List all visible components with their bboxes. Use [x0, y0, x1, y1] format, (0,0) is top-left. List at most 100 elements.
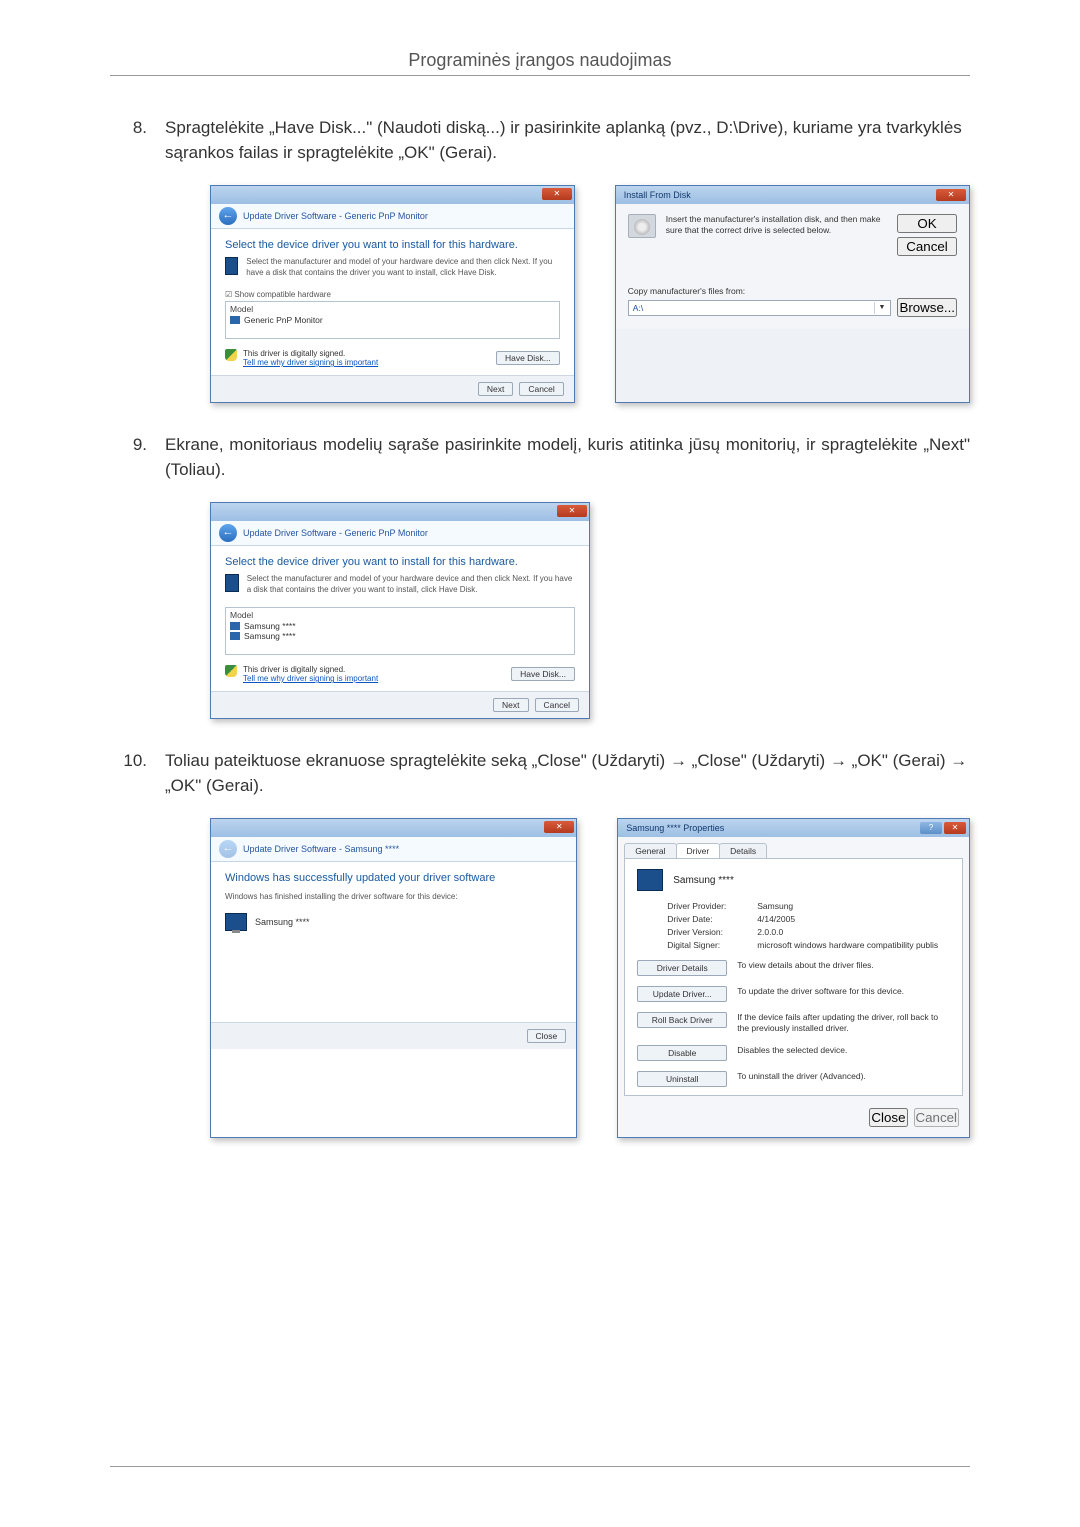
step-8-text: Spragtelėkite „Have Disk..." (Naudoti di… [165, 116, 970, 165]
close-button[interactable]: Close [869, 1108, 907, 1127]
driver-details-button[interactable]: Driver Details [637, 960, 727, 976]
chevron-down-icon[interactable]: ▼ [874, 302, 888, 314]
model-listbox[interactable]: Model Samsung **** Samsung **** [225, 607, 575, 655]
disable-button[interactable]: Disable [637, 1045, 727, 1061]
copy-from-label: Copy manufacturer's files from: [628, 286, 957, 296]
have-disk-button[interactable]: Have Disk... [511, 667, 575, 681]
step-10-text: Toliau pateiktuose ekranuose spragtelėki… [165, 749, 970, 798]
list-item[interactable]: Generic PnP Monitor [230, 315, 555, 325]
roll-back-driver-desc: If the device fails after updating the d… [737, 1012, 950, 1034]
have-disk-button[interactable]: Have Disk... [496, 351, 560, 365]
kv-label: Digital Signer: [667, 940, 757, 950]
list-item[interactable]: Samsung **** [230, 621, 570, 631]
uninstall-desc: To uninstall the driver (Advanced). [737, 1071, 866, 1082]
signing-link[interactable]: Tell me why driver signing is important [243, 674, 378, 683]
copy-from-combo[interactable]: A:\ ▼ [628, 300, 892, 316]
update-driver-wizard-step8: ✕ ← Update Driver Software - Generic PnP… [210, 185, 575, 403]
wizard-heading: Select the device driver you want to ins… [225, 239, 560, 251]
step-10: 10. Toliau pateiktuose ekranuose spragte… [110, 749, 970, 798]
update-driver-desc: To update the driver software for this d… [737, 986, 904, 997]
tab-driver[interactable]: Driver [676, 843, 721, 858]
close-icon[interactable]: ✕ [544, 821, 574, 833]
cancel-button[interactable]: Cancel [535, 698, 579, 712]
success-heading: Windows has successfully updated your dr… [225, 872, 562, 884]
device-properties-dialog: Samsung **** Properties ? ✕ General Driv… [617, 818, 970, 1137]
list-header: Model [230, 610, 570, 620]
monitor-small-icon [230, 632, 240, 640]
update-driver-wizard-step9: ✕ ← Update Driver Software - Generic PnP… [210, 502, 590, 719]
step-8: 8. Spragtelėkite „Have Disk..." (Naudoti… [110, 116, 970, 165]
list-header: Model [230, 304, 555, 314]
show-compatible-checkbox[interactable]: ☑ Show compatible hardware [225, 290, 560, 299]
wizard-titlebar: ✕ [211, 186, 574, 204]
step-9: 9. Ekrane, monitoriaus modelių sąraše pa… [110, 433, 970, 482]
list-item[interactable]: Samsung **** [230, 631, 570, 641]
browse-button[interactable]: Browse... [897, 298, 957, 317]
monitor-small-icon [230, 622, 240, 630]
uninstall-button[interactable]: Uninstall [637, 1071, 727, 1087]
signed-text: This driver is digitally signed. [243, 349, 378, 358]
wizard-titlebar: ✕ [211, 503, 589, 521]
close-icon[interactable]: ✕ [542, 188, 572, 200]
disable-desc: Disables the selected device. [737, 1045, 847, 1056]
footer-rule [110, 1466, 970, 1467]
next-button[interactable]: Next [478, 382, 513, 396]
back-icon[interactable]: ← [219, 207, 237, 225]
kv-value: microsoft windows hardware compatibility… [757, 940, 938, 950]
ok-button[interactable]: OK [897, 214, 957, 233]
cancel-button[interactable]: Cancel [897, 237, 957, 256]
wizard-breadcrumb: Update Driver Software - Generic PnP Mon… [243, 528, 428, 538]
next-button[interactable]: Next [493, 698, 528, 712]
step-10-number: 10. [110, 749, 165, 798]
wizard-breadcrumb: Update Driver Software - Samsung **** [243, 844, 399, 854]
monitor-icon [225, 257, 238, 275]
model-listbox[interactable]: Model Generic PnP Monitor [225, 301, 560, 339]
wizard-desc: Select the manufacturer and model of you… [247, 574, 575, 595]
ifd-instruction: Insert the manufacturer's installation d… [666, 214, 887, 236]
update-driver-success-dialog: ✕ ← Update Driver Software - Samsung ***… [210, 818, 577, 1137]
device-name: Samsung **** [255, 917, 310, 927]
success-sub: Windows has finished installing the driv… [225, 892, 562, 902]
update-driver-button[interactable]: Update Driver... [637, 986, 727, 1002]
kv-value: Samsung [757, 901, 793, 911]
wizard-desc: Select the manufacturer and model of you… [246, 257, 560, 278]
kv-label: Driver Provider: [667, 901, 757, 911]
device-name: Samsung **** [673, 875, 734, 886]
kv-label: Driver Version: [667, 927, 757, 937]
roll-back-driver-button[interactable]: Roll Back Driver [637, 1012, 727, 1028]
kv-value: 4/14/2005 [757, 914, 795, 924]
back-icon: ← [219, 840, 237, 858]
wizard-titlebar: ✕ [211, 819, 576, 837]
close-button[interactable]: Close [527, 1029, 567, 1043]
kv-value: 2.0.0.0 [757, 927, 783, 937]
signing-link[interactable]: Tell me why driver signing is important [243, 358, 378, 367]
monitor-icon [225, 913, 247, 931]
kv-label: Driver Date: [667, 914, 757, 924]
close-icon[interactable]: ✕ [936, 189, 966, 201]
page-title: Programinės įrangos naudojimas [110, 50, 970, 71]
driver-details-desc: To view details about the driver files. [737, 960, 874, 971]
cancel-button: Cancel [914, 1108, 960, 1127]
signed-text: This driver is digitally signed. [243, 665, 378, 674]
back-icon[interactable]: ← [219, 524, 237, 542]
header-rule [110, 75, 970, 76]
disk-icon [628, 214, 656, 238]
tab-general[interactable]: General [624, 843, 676, 858]
close-icon[interactable]: ✕ [557, 505, 587, 517]
monitor-icon [225, 574, 239, 592]
cancel-button[interactable]: Cancel [519, 382, 563, 396]
combo-value: A:\ [633, 303, 643, 313]
close-icon[interactable]: ✕ [944, 822, 966, 834]
install-from-disk-dialog: Install From Disk ✕ Insert the manufactu… [615, 185, 970, 403]
tab-details[interactable]: Details [719, 843, 767, 858]
wizard-heading: Select the device driver you want to ins… [225, 556, 575, 568]
monitor-small-icon [230, 316, 240, 324]
step-9-number: 9. [110, 433, 165, 482]
monitor-icon [637, 869, 663, 891]
wizard-breadcrumb: Update Driver Software - Generic PnP Mon… [243, 211, 428, 221]
step-9-text: Ekrane, monitoriaus modelių sąraše pasir… [165, 433, 970, 482]
props-title: Samsung **** Properties [626, 823, 724, 833]
step-8-number: 8. [110, 116, 165, 165]
help-icon[interactable]: ? [920, 822, 942, 834]
shield-icon [225, 349, 237, 361]
